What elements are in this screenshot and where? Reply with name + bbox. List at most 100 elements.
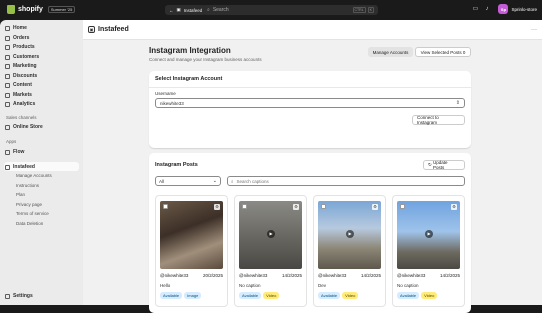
post-caption: No caption (239, 283, 261, 288)
select-checkbox[interactable] (400, 204, 405, 209)
play-icon[interactable]: ▶ (425, 230, 433, 238)
shortcut-key: CTRL (352, 7, 366, 13)
caption-search-input[interactable]: ⌕ Search captions (227, 176, 465, 186)
store-menu[interactable]: Sp Sprinlo-store (498, 4, 537, 14)
sidebar-item-online-store[interactable]: Online Store (5, 123, 43, 131)
person-icon (5, 54, 10, 60)
sidebar-item-label: Flow (13, 149, 25, 155)
sidebar-subitem-plan[interactable]: Plan (16, 192, 25, 197)
sidebar-item-label: Instafeed (13, 164, 35, 170)
post-badges: Available Video (239, 292, 280, 299)
target-icon (5, 63, 10, 69)
main-content: ▣ Instafeed ··· Instagram Integration Co… (83, 20, 542, 313)
sidebar-item-label: Discounts (13, 73, 38, 79)
sidebar-item-content[interactable]: Content (5, 81, 32, 89)
selected-count: 0 (462, 49, 466, 55)
filter-value: All (159, 178, 165, 184)
bell-icon[interactable]: ♪ (485, 6, 491, 12)
inbox-icon[interactable]: ▭ (472, 6, 478, 12)
chart-icon (5, 101, 10, 107)
sidebar-subitem-data-deletion[interactable]: Data Deletion (16, 221, 43, 226)
edition-badge: Summer '25 (47, 6, 76, 13)
discount-icon (5, 73, 10, 79)
sidebar-item-settings[interactable]: Settings (5, 292, 33, 300)
settings-icon[interactable]: ⚙ (451, 204, 457, 210)
global-search[interactable]: ⌕ Search CTRL K (203, 5, 378, 15)
sidebar-item-orders[interactable]: Orders (5, 34, 29, 42)
post-badges: Available Image (160, 292, 202, 299)
sidebar: Home Orders Products Customers Marketing… (0, 20, 83, 305)
sidebar-item-marketing[interactable]: Marketing (5, 62, 37, 70)
type-badge: Video (421, 292, 438, 299)
home-icon (5, 25, 10, 31)
status-badge: Available (318, 292, 341, 299)
sidebar-item-label: Marketing (13, 63, 37, 69)
app-title-bar: ▣ Instafeed ··· (83, 20, 542, 40)
more-actions-icon[interactable]: ··· (531, 27, 537, 33)
app-chip-label: Instafeed (183, 7, 203, 13)
settings-icon[interactable]: ⚙ (372, 204, 378, 210)
connect-instagram-button[interactable]: Connect to Instagram (412, 115, 465, 125)
post-username: @nikewhite33 (318, 273, 347, 278)
shortcut-hint: CTRL K (352, 7, 374, 13)
app-chip[interactable]: ← ▣ Instafeed (165, 5, 207, 15)
sidebar-item-products[interactable]: Products (5, 43, 35, 51)
select-checkbox[interactable] (242, 204, 247, 209)
post-date: 14/2/2025 (281, 273, 302, 278)
sidebar-item-customers[interactable]: Customers (5, 53, 39, 61)
post-filter-select[interactable]: All ⌄ (155, 176, 221, 186)
manage-accounts-button[interactable]: Manage Accounts (368, 47, 413, 57)
view-selected-label: View Selected Posts (420, 49, 462, 55)
status-badge: Available (160, 292, 183, 299)
sidebar-item-markets[interactable]: Markets (5, 91, 32, 99)
post-username: @nikewhite33 (239, 273, 268, 278)
app-title: Instafeed (98, 26, 129, 33)
post-card[interactable]: ⚙ ▶ @nikewhite33 14/2/2025 No caption Av… (392, 195, 465, 307)
sidebar-item-discounts[interactable]: Discounts (5, 72, 37, 80)
post-image[interactable]: ⚙ ▶ (397, 201, 460, 269)
play-icon[interactable]: ▶ (267, 230, 275, 238)
sidebar-subitem-privacy[interactable]: Privacy page (16, 202, 42, 207)
shortcut-key: K (367, 7, 374, 13)
sidebar-item-analytics[interactable]: Analytics (5, 100, 35, 108)
sidebar-item-label: Orders (13, 35, 30, 41)
shopify-logo[interactable]: shopify Summer '25 (7, 5, 76, 14)
view-selected-posts-button[interactable]: View Selected Posts 0 (415, 47, 471, 57)
sidebar-item-home[interactable]: Home (5, 24, 27, 32)
username-label: Username (155, 91, 176, 96)
post-image[interactable]: ⚙ ▶ (318, 201, 381, 269)
sidebar-item-label: Markets (13, 92, 32, 98)
select-checkbox[interactable] (321, 204, 326, 209)
caption-search-placeholder: Search captions (236, 178, 269, 184)
shopify-bag-icon (7, 5, 15, 14)
orders-icon (5, 35, 10, 41)
settings-icon[interactable]: ⚙ (214, 204, 220, 210)
sidebar-item-label: Settings (13, 293, 33, 299)
sidebar-subitem-instructions[interactable]: Instructions (16, 183, 39, 188)
sidebar-item-label: Online Store (13, 124, 43, 130)
sidebar-subitem-terms[interactable]: Terms of service (16, 211, 49, 216)
post-caption: No caption (397, 283, 419, 288)
sidebar-item-flow[interactable]: Flow (5, 148, 24, 156)
post-date: 20/2/2025 (202, 273, 223, 278)
post-card[interactable]: ⚙ ▶ @nikewhite33 14/2/2025 No caption Av… (234, 195, 307, 307)
flow-icon (5, 149, 10, 155)
post-card[interactable]: ⚙ ▶ @nikewhite33 14/2/2025 Dev Available… (313, 195, 386, 307)
sidebar-item-label: Products (13, 44, 35, 50)
post-card[interactable]: ⚙ @nikewhite33 20/2/2025 Hello Available… (155, 195, 228, 307)
select-checkbox[interactable] (163, 204, 168, 209)
post-badges: Available Video (318, 292, 359, 299)
post-image[interactable]: ⚙ ▶ (239, 201, 302, 269)
username-value: nikewhite33 (160, 100, 184, 106)
play-icon[interactable]: ▶ (346, 230, 354, 238)
page-title: Instagram Integration (149, 46, 231, 55)
sidebar-subitem-manage-accounts[interactable]: Manage Accounts (16, 173, 52, 178)
username-select[interactable]: nikewhite33 ⇕ (155, 98, 465, 108)
sidebar-item-label: Content (13, 82, 32, 88)
update-posts-button[interactable]: ↻ Update Posts (423, 160, 465, 170)
post-image[interactable]: ⚙ (160, 201, 223, 269)
settings-icon[interactable]: ⚙ (293, 204, 299, 210)
sales-channels-label: Sales channels (6, 115, 37, 120)
sidebar-item-instafeed[interactable]: Instafeed (5, 163, 35, 171)
card-title: Select Instagram Account (155, 76, 223, 82)
